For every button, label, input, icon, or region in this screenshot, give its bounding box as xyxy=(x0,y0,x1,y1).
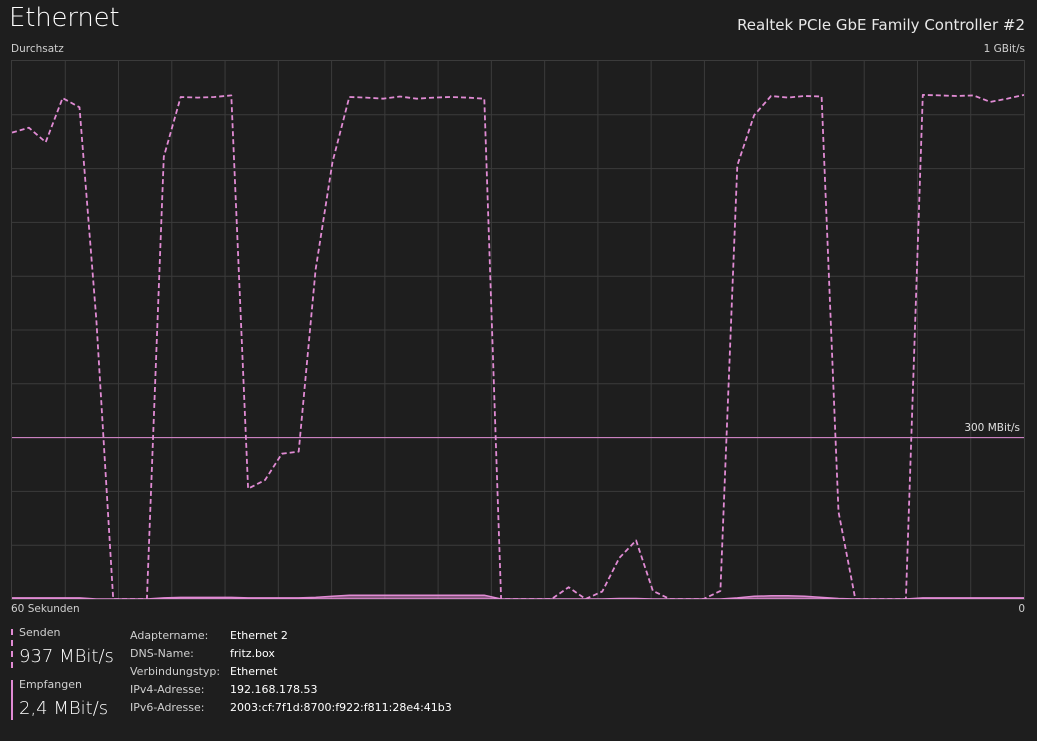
send-label: Senden xyxy=(19,626,61,639)
detail-value: Ethernet 2 xyxy=(230,629,288,642)
throughput-legend: Senden 937 MBit/s Empfangen 2,4 MBit/s xyxy=(11,626,114,724)
detail-row-adapter-name: Adaptername: Ethernet 2 xyxy=(130,627,452,645)
receive-line-swatch xyxy=(11,680,13,720)
adapter-description: Realtek PCIe GbE Family Controller #2 xyxy=(737,16,1025,34)
page-title: Ethernet xyxy=(9,3,120,33)
detail-key: IPv4-Adresse: xyxy=(130,683,205,696)
send-series-line xyxy=(12,94,1024,599)
detail-value: 2003:cf:7f1d:8700:f922:f811:28e4:41b3 xyxy=(230,701,452,714)
detail-key: DNS-Name: xyxy=(130,647,194,660)
throughput-chart xyxy=(12,61,1024,599)
graph-label-throughput: Durchsatz xyxy=(11,43,64,55)
send-line-swatch xyxy=(11,629,13,668)
receive-label: Empfangen xyxy=(19,678,82,691)
legend-send: Senden 937 MBit/s xyxy=(11,626,114,672)
ethernet-performance-panel: Ethernet Realtek PCIe GbE Family Control… xyxy=(0,0,1037,741)
detail-key: Adaptername: xyxy=(130,629,209,642)
detail-row-ipv6: IPv6-Adresse: 2003:cf:7f1d:8700:f922:f81… xyxy=(130,699,452,717)
graph-label-max-scale: 1 GBit/s xyxy=(983,43,1025,55)
detail-row-dns-name: DNS-Name: fritz.box xyxy=(130,645,452,663)
throughput-graph[interactable]: 300 MBit/s xyxy=(11,60,1025,600)
legend-receive: Empfangen 2,4 MBit/s xyxy=(11,678,114,724)
detail-key: Verbindungstyp: xyxy=(130,665,221,678)
detail-value: Ethernet xyxy=(230,665,278,678)
detail-key: IPv6-Adresse: xyxy=(130,701,205,714)
send-value: 937 MBit/s xyxy=(19,646,114,667)
adapter-details: Adaptername: Ethernet 2 DNS-Name: fritz.… xyxy=(130,627,452,717)
receive-value: 2,4 MBit/s xyxy=(19,698,109,719)
detail-value: fritz.box xyxy=(230,647,275,660)
graph-label-time-span: 60 Sekunden xyxy=(11,603,80,615)
graph-label-time-zero: 0 xyxy=(1018,603,1025,615)
detail-row-connection-type: Verbindungstyp: Ethernet xyxy=(130,663,452,681)
scale-line-label: 300 MBit/s xyxy=(964,421,1020,434)
detail-value: 192.168.178.53 xyxy=(230,683,318,696)
detail-row-ipv4: IPv4-Adresse: 192.168.178.53 xyxy=(130,681,452,699)
